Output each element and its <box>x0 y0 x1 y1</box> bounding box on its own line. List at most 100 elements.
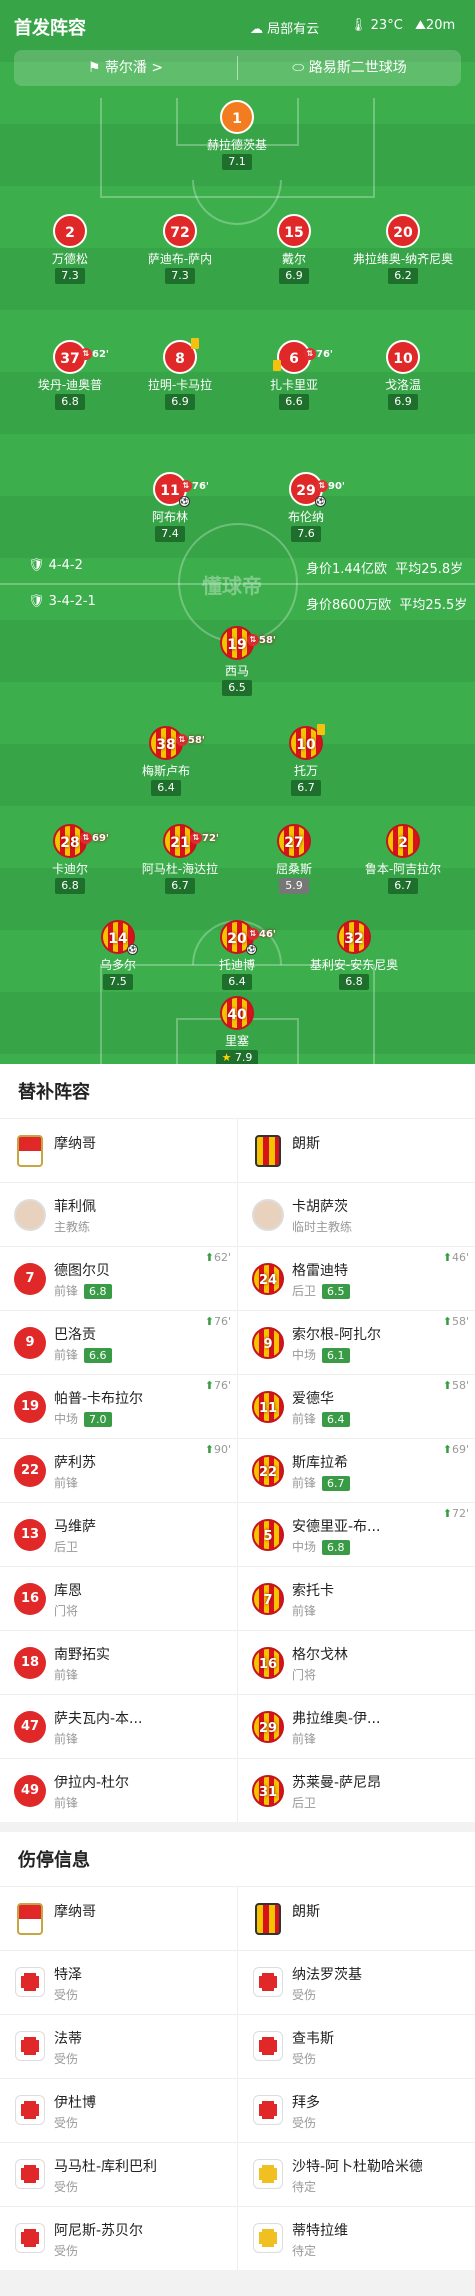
player-away[interactable]: 40 里塞 ★ 7.9 <box>177 996 297 1064</box>
home-formation-text: 4-4-2 <box>48 558 83 573</box>
position-text: 后卫 <box>54 1540 79 1554</box>
sub-player-cell[interactable]: 9 索尔根-阿扎尔 中场 6.1 ⬆58' <box>237 1311 475 1374</box>
sub-on-indicator: ⬆76' <box>205 1315 231 1328</box>
player-position: 门将 <box>54 1602 78 1619</box>
shirt-number: 19 <box>20 1399 40 1414</box>
sub-player-cell[interactable]: 29 弗拉维奥-伊... 前锋 <box>237 1695 475 1758</box>
player-home[interactable]: 37 ⇅ 62' 埃丹-迪奥普 6.8 <box>10 340 130 410</box>
team-cell-away[interactable]: 朗斯 <box>237 1887 475 1950</box>
injury-cell[interactable]: 纳法罗茨基 受伤 <box>237 1951 475 2014</box>
injury-cell[interactable]: 沙特-阿卜杜勒哈米德 待定 <box>237 2143 475 2206</box>
injury-cell[interactable]: 拜多 受伤 <box>237 2079 475 2142</box>
player-name: 里塞 <box>224 1034 249 1048</box>
team-cell-home[interactable]: 摩纳哥 <box>0 1119 237 1182</box>
player-home[interactable]: 11 ⇅ 76' ⚽ 阿布林 7.4 <box>110 472 230 542</box>
injury-cell[interactable]: 马马杜-库利巴利 受伤 <box>0 2143 237 2206</box>
sub-player-cell[interactable]: 16 格尔戈林 门将 <box>237 1631 475 1694</box>
sub-off-indicator: ⇅ 58' <box>247 624 276 658</box>
player-name: 安德里亚-布... <box>292 1519 381 1535</box>
ball-icon: ⚽ <box>315 496 326 507</box>
sub-player-cell[interactable]: 24 格雷迪特 后卫 6.5 ⬆46' <box>237 1247 475 1310</box>
player-away[interactable]: 2 鲁本-阿吉拉尔 6.7 <box>343 824 463 894</box>
cross-h <box>259 2232 277 2244</box>
sub-player-cell[interactable]: 16 库恩 门将 <box>0 1567 237 1630</box>
player-rating: 6.4 <box>151 780 181 796</box>
sub-on-indicator: ⬆76' <box>205 1379 231 1392</box>
player-away[interactable]: 27 屈桑斯 5.9 <box>234 824 354 894</box>
cross-h <box>21 2168 39 2180</box>
player-away[interactable]: 19 ⇅ 58' 西马 6.5 <box>177 626 297 696</box>
sub-player-cell[interactable]: 13 马维萨 后卫 <box>0 1503 237 1566</box>
sub-player-cell[interactable]: 22 萨利苏 前锋 ⬆90' <box>0 1439 237 1502</box>
stadium-label[interactable]: ⬭ 路易斯二世球场 <box>238 50 461 86</box>
player-home[interactable]: 29 ⇅ 90' ⚽ 布伦纳 7.6 <box>246 472 366 542</box>
player-name: 格雷迪特 <box>292 1263 348 1279</box>
player-home[interactable]: 20 弗拉维奥-纳齐尼奥 6.2 <box>343 214 463 284</box>
injury-cell[interactable]: 查韦斯 受伤 <box>237 2015 475 2078</box>
player-away[interactable]: 28 ⇅ 69' 卡迪尔 6.8 <box>10 824 130 894</box>
position-text: 前锋 <box>292 1412 317 1426</box>
shirt-icon: 29 <box>252 1711 284 1743</box>
injury-row: 法蒂 受伤 查韦斯 受伤 <box>0 2014 475 2078</box>
sub-row: 19 帕普-卡布拉尔 中场 7.0 ⬆76' 11 爱德华 前锋 6.4 ⬆58' <box>0 1374 475 1438</box>
shirt-number: 49 <box>20 1783 40 1798</box>
player-name: 屈桑斯 <box>275 862 312 876</box>
player-home[interactable]: 8 拉明-卡马拉 6.9 <box>120 338 240 410</box>
injury-cell[interactable]: 阿尼斯-苏贝尔 受伤 <box>0 2207 237 2270</box>
coach-cell[interactable]: 菲利佩 主教练 <box>0 1183 237 1246</box>
shirt-icon: 2 <box>386 824 420 858</box>
away-value: 身价8600万欧 平均25.5岁 <box>306 594 467 613</box>
shirt-icon: 38 ⇅ 58' <box>149 726 205 760</box>
player-away[interactable]: 32 基利安-安东尼奥 6.8 <box>294 920 414 990</box>
player-name: 格尔戈林 <box>292 1647 348 1663</box>
player-name: 埃丹-迪奥普 <box>37 378 103 392</box>
sub-minute: 69' <box>92 833 109 844</box>
player-position: 中场 7.0 <box>54 1410 112 1427</box>
player-home[interactable]: 6 ⇅ 76' 扎卡里亚 6.6 <box>234 340 354 410</box>
player-position: 前锋 <box>292 1602 316 1619</box>
player-away[interactable]: 20 ⇅ 46' ⚽ 托迪博 6.4 <box>177 920 297 990</box>
injury-cell[interactable]: 伊杜博 受伤 <box>0 2079 237 2142</box>
sub-off-indicator: ⇅ 76' <box>304 338 333 372</box>
player-home[interactable]: 2 万德松 7.3 <box>10 214 130 284</box>
team-cell-away[interactable]: 朗斯 <box>237 1119 475 1182</box>
player-away[interactable]: 38 ⇅ 58' 梅斯卢布 6.4 <box>106 726 226 796</box>
sub-player-cell[interactable]: 5 安德里亚-布... 中场 6.8 ⬆72' <box>237 1503 475 1566</box>
injury-status: 受伤 <box>54 1988 79 2002</box>
player-home[interactable]: 1 赫拉德茨基 7.1 <box>177 100 297 170</box>
sub-minute: 76' <box>213 1315 231 1328</box>
player-away[interactable]: 14 ⚽ 乌多尔 7.5 <box>58 920 178 990</box>
injury-cell[interactable]: 蒂特拉维 待定 <box>237 2207 475 2270</box>
sub-player-cell[interactable]: 9 巴洛贡 前锋 6.6 ⬆76' <box>0 1311 237 1374</box>
sub-player-cell[interactable]: 11 爱德华 前锋 6.4 ⬆58' <box>237 1375 475 1438</box>
player-home[interactable]: 72 萨迪布-萨内 7.3 <box>120 214 240 284</box>
sub-player-cell[interactable]: 18 南野拓实 前锋 <box>0 1631 237 1694</box>
player-home[interactable]: 15 戴尔 6.9 <box>234 214 354 284</box>
sub-player-cell[interactable]: 49 伊拉内-杜尔 前锋 <box>0 1759 237 1822</box>
player-home[interactable]: 10 戈洛温 6.9 <box>343 340 463 410</box>
sub-player-cell[interactable]: 7 德图尔贝 前锋 6.8 ⬆62' <box>0 1247 237 1310</box>
rating-badge: 6.8 <box>84 1284 112 1299</box>
medical-kit-icon <box>253 2223 283 2253</box>
injury-cell[interactable]: 法蒂 受伤 <box>0 2015 237 2078</box>
sub-player-cell[interactable]: 47 萨夫瓦内-本... 前锋 <box>0 1695 237 1758</box>
referee-button[interactable]: ⚑ 蒂尔潘 > <box>14 50 237 86</box>
sub-player-cell[interactable]: 31 苏莱曼-萨尼昂 后卫 <box>237 1759 475 1822</box>
sub-on-indicator: ⬆90' <box>205 1443 231 1456</box>
sub-player-cell[interactable]: 7 索托卡 前锋 <box>237 1567 475 1630</box>
sub-player-cell[interactable]: 19 帕普-卡布拉尔 中场 7.0 ⬆76' <box>0 1375 237 1438</box>
coach-cell[interactable]: 卡胡萨茨 临时主教练 <box>237 1183 475 1246</box>
player-name: 萨利苏 <box>54 1455 96 1471</box>
sub-on-indicator: ⬆69' <box>443 1443 469 1456</box>
shirt-number: 14 <box>108 931 128 947</box>
team-cell-home[interactable]: 摩纳哥 <box>0 1887 237 1950</box>
injury-cell[interactable]: 特泽 受伤 <box>0 1951 237 2014</box>
shirt-icon: 13 <box>14 1519 46 1551</box>
shirt-number: 10 <box>393 351 413 367</box>
sub-minute: 46' <box>259 929 276 940</box>
player-away[interactable]: 21 ⇅ 72' 阿马杜-海达拉 6.7 <box>120 824 240 894</box>
sub-player-cell[interactable]: 22 斯库拉希 前锋 6.7 ⬆69' <box>237 1439 475 1502</box>
player-away[interactable]: 10 托万 6.7 <box>246 724 366 796</box>
shirt-icon: 40 <box>220 996 254 1030</box>
rating-badge: 6.1 <box>322 1348 350 1363</box>
